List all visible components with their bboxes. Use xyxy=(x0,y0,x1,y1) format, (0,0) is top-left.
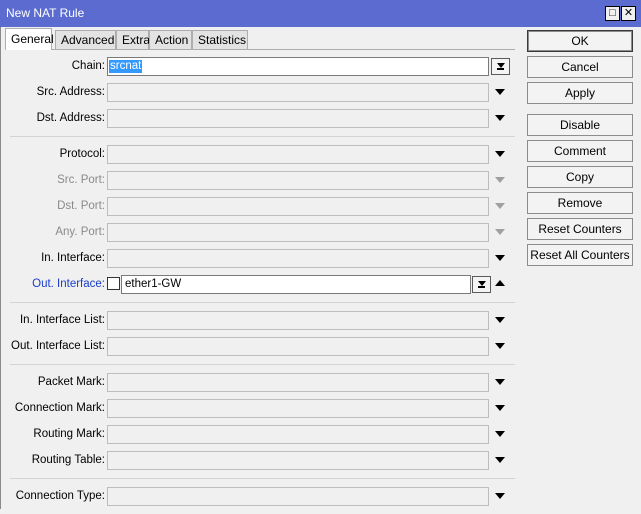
title-bar[interactable]: New NAT Rule □ ✕ xyxy=(0,0,641,27)
general-tab-panel: Chain: srcnat Src. Address: Dst. Address… xyxy=(5,49,515,514)
in-interface-field[interactable] xyxy=(107,249,489,268)
out-interface-list-expand-icon[interactable] xyxy=(495,343,505,349)
any-port-field xyxy=(107,223,489,242)
out-interface-collapse-icon[interactable] xyxy=(495,280,505,286)
routing-mark-field[interactable] xyxy=(107,425,489,444)
dst-port-expand-icon xyxy=(495,203,505,209)
comment-button[interactable]: Comment xyxy=(527,140,633,162)
packet-mark-field[interactable] xyxy=(107,373,489,392)
ok-button[interactable]: OK xyxy=(527,30,633,52)
src-port-label: Src. Port: xyxy=(57,174,105,186)
routing-mark-expand-icon[interactable] xyxy=(495,431,505,437)
tab-action[interactable]: Action xyxy=(149,30,192,49)
protocol-field[interactable] xyxy=(107,145,489,164)
dst-address-field[interactable] xyxy=(107,109,489,128)
in-interface-list-field[interactable] xyxy=(107,311,489,330)
protocol-expand-icon[interactable] xyxy=(495,151,505,157)
tab-advanced[interactable]: Advanced xyxy=(55,30,116,49)
separator xyxy=(10,478,515,479)
in-interface-list-label: In. Interface List: xyxy=(19,314,105,326)
reset-all-counters-button[interactable]: Reset All Counters xyxy=(527,244,633,266)
packet-mark-label: Packet Mark: xyxy=(37,376,105,388)
remove-button[interactable]: Remove xyxy=(527,192,633,214)
chain-label: Chain: xyxy=(71,60,105,72)
connection-type-expand-icon[interactable] xyxy=(495,493,505,499)
cancel-button[interactable]: Cancel xyxy=(527,56,633,78)
src-address-expand-icon[interactable] xyxy=(495,89,505,95)
reset-counters-button[interactable]: Reset Counters xyxy=(527,218,633,240)
apply-button[interactable]: Apply xyxy=(527,82,633,104)
out-interface-list-field[interactable] xyxy=(107,337,489,356)
dst-address-label: Dst. Address: xyxy=(36,112,105,124)
src-port-field xyxy=(107,171,489,190)
copy-button[interactable]: Copy xyxy=(527,166,633,188)
routing-table-label: Routing Table: xyxy=(31,454,105,466)
dst-address-expand-icon[interactable] xyxy=(495,115,505,121)
routing-table-expand-icon[interactable] xyxy=(495,457,505,463)
in-interface-expand-icon[interactable] xyxy=(495,255,505,261)
connection-mark-field[interactable] xyxy=(107,399,489,418)
in-interface-label: In. Interface: xyxy=(41,252,105,264)
restore-icon[interactable]: □ xyxy=(605,6,620,21)
src-address-field[interactable] xyxy=(107,83,489,102)
routing-mark-label: Routing Mark: xyxy=(33,428,105,440)
out-interface-label: Out. Interface: xyxy=(32,278,105,290)
separator xyxy=(10,364,515,365)
any-port-label: Any. Port: xyxy=(55,226,105,238)
tab-statistics[interactable]: Statistics xyxy=(192,30,248,49)
separator xyxy=(10,302,515,303)
any-port-expand-icon xyxy=(495,229,505,235)
window-border xyxy=(0,27,1,509)
separator xyxy=(10,136,515,137)
packet-mark-expand-icon[interactable] xyxy=(495,379,505,385)
out-interface-value: ether1-GW xyxy=(125,278,182,290)
window-title: New NAT Rule xyxy=(6,6,85,20)
src-port-expand-icon xyxy=(495,177,505,183)
dst-port-field xyxy=(107,197,489,216)
chain-field[interactable]: srcnat xyxy=(107,57,489,76)
disable-button[interactable]: Disable xyxy=(527,114,633,136)
connection-type-label: Connection Type: xyxy=(15,490,105,502)
connection-mark-expand-icon[interactable] xyxy=(495,405,505,411)
out-interface-invert-checkbox[interactable] xyxy=(107,277,120,290)
connection-mark-label: Connection Mark: xyxy=(14,402,105,414)
tab-extra[interactable]: Extra xyxy=(116,30,150,49)
chain-value: srcnat xyxy=(109,60,143,73)
chain-dropdown-button[interactable] xyxy=(491,58,510,75)
in-interface-list-expand-icon[interactable] xyxy=(495,317,505,323)
close-icon[interactable]: ✕ xyxy=(621,6,636,21)
dst-port-label: Dst. Port: xyxy=(57,200,105,212)
out-interface-field[interactable]: ether1-GW xyxy=(121,275,471,294)
out-interface-dropdown-button[interactable] xyxy=(472,276,491,293)
tab-general[interactable]: General xyxy=(5,28,54,50)
protocol-label: Protocol: xyxy=(59,148,105,160)
routing-table-field[interactable] xyxy=(107,451,489,470)
src-address-label: Src. Address: xyxy=(36,86,105,98)
out-interface-list-label: Out. Interface List: xyxy=(11,340,105,352)
connection-type-field[interactable] xyxy=(107,487,489,506)
